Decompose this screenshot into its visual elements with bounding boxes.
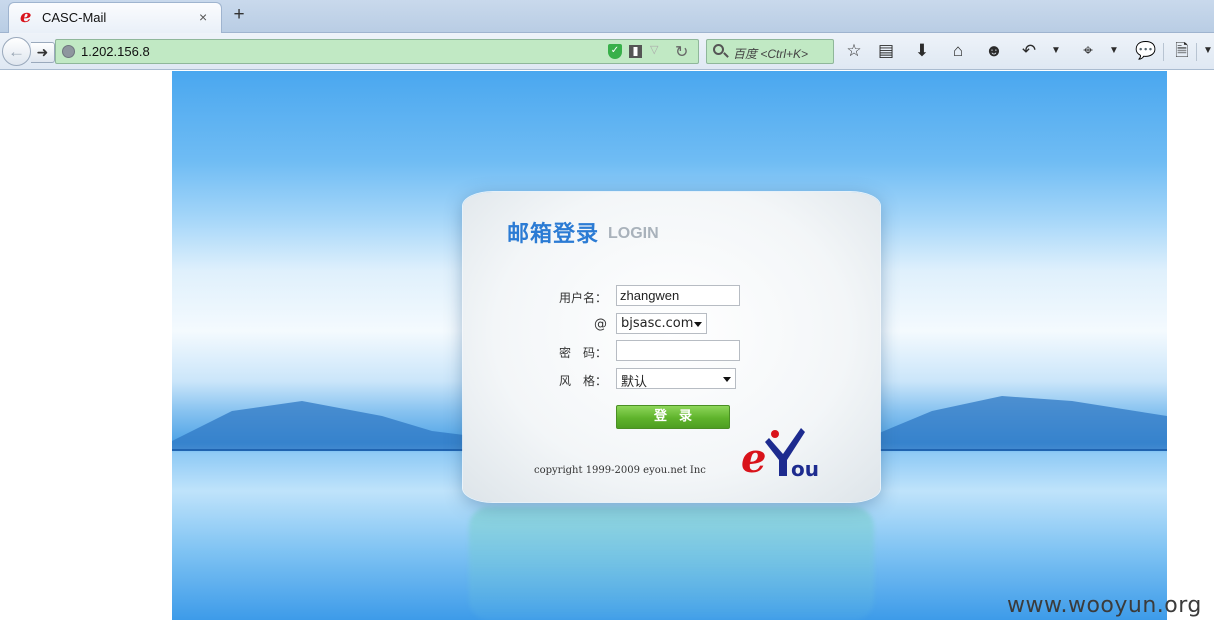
style-label: 风 格：: [558, 374, 607, 388]
tab-title: CASC-Mail: [42, 10, 107, 25]
menu-dropdown-icon[interactable]: ▼: [1197, 40, 1214, 62]
favicon-icon: e: [20, 6, 32, 27]
style-select[interactable]: 默认: [616, 368, 736, 390]
search-placeholder[interactable]: 百度 <Ctrl+K>: [733, 45, 808, 62]
qr-code-icon[interactable]: [629, 45, 642, 58]
style-select-value: 默认: [621, 375, 648, 390]
chevron-down-icon: [694, 322, 702, 327]
at-sign-label: @: [594, 317, 607, 332]
copyright-text: copyright 1999-2009 eyou.net Inc: [534, 465, 706, 476]
username-label: 用户名：: [558, 291, 607, 305]
crop-dropdown-icon[interactable]: ▼: [1103, 40, 1125, 62]
search-bar[interactable]: 百度 <Ctrl+K>: [706, 39, 834, 64]
login-button[interactable]: 登录: [616, 405, 730, 429]
url-text[interactable]: 1.202.156.8: [81, 44, 150, 59]
download-icon[interactable]: ⬇: [911, 40, 933, 62]
svg-text:ou: ou: [791, 457, 819, 479]
domain-select[interactable]: bjsasc.com: [616, 313, 707, 334]
undo-dropdown-icon[interactable]: ▼: [1045, 40, 1067, 62]
login-subtitle: LOGIN: [608, 225, 659, 242]
watermark-text: www.wooyun.org: [1007, 593, 1202, 618]
password-input[interactable]: [616, 340, 740, 361]
search-icon[interactable]: [713, 44, 724, 55]
page-icon[interactable]: 🗎: [1171, 40, 1193, 62]
domain-select-value: bjsasc.com: [621, 316, 694, 331]
reload-icon[interactable]: ↻: [675, 42, 688, 62]
chevron-down-icon: [723, 377, 731, 382]
new-tab-button[interactable]: +: [229, 5, 249, 25]
chat-icon[interactable]: 💬: [1135, 40, 1157, 62]
shield-icon[interactable]: ✓: [608, 44, 622, 59]
address-bar[interactable]: 1.202.156.8 ✓ ▽ ↻: [55, 39, 699, 64]
globe-icon: [62, 45, 75, 58]
undo-icon[interactable]: ↶: [1018, 40, 1040, 62]
forward-button[interactable]: ➜: [31, 42, 55, 63]
arrow-right-icon: ➜: [36, 44, 49, 60]
crop-icon[interactable]: ⌖: [1077, 40, 1099, 62]
home-icon[interactable]: ⌂: [947, 40, 969, 62]
password-label: 密 码：: [558, 346, 607, 360]
back-button[interactable]: ←: [2, 37, 31, 66]
login-card: 邮箱登录 LOGIN 用户名： zhangwen @ bjsasc.com 密 …: [463, 192, 880, 502]
toolbar-divider: [1163, 43, 1164, 61]
tab-strip: e CASC-Mail × +: [0, 0, 1214, 33]
page-content: 邮箱登录 LOGIN 用户名： zhangwen @ bjsasc.com 密 …: [0, 71, 1214, 635]
eyou-logo: e ou: [741, 428, 819, 479]
username-input[interactable]: zhangwen: [616, 285, 740, 306]
login-background-scene: 邮箱登录 LOGIN 用户名： zhangwen @ bjsasc.com 密 …: [172, 71, 1167, 620]
navigation-toolbar: ← ➜ 1.202.156.8 ✓ ▽ ↻ 百度 <Ctrl+K> ☆ ▤ ⬇ …: [0, 33, 1214, 70]
dropdown-arrow-icon[interactable]: ▽: [650, 43, 658, 56]
svg-text:e: e: [741, 435, 766, 479]
arrow-left-icon: ←: [8, 42, 25, 61]
smiley-icon[interactable]: ☻: [983, 40, 1005, 62]
close-tab-icon[interactable]: ×: [199, 9, 207, 25]
login-title: 邮箱登录: [507, 222, 600, 247]
reading-list-icon[interactable]: ▤: [875, 40, 897, 62]
card-reflection: [469, 507, 874, 620]
star-icon[interactable]: ☆: [843, 40, 865, 62]
browser-tab[interactable]: e CASC-Mail ×: [8, 2, 222, 33]
